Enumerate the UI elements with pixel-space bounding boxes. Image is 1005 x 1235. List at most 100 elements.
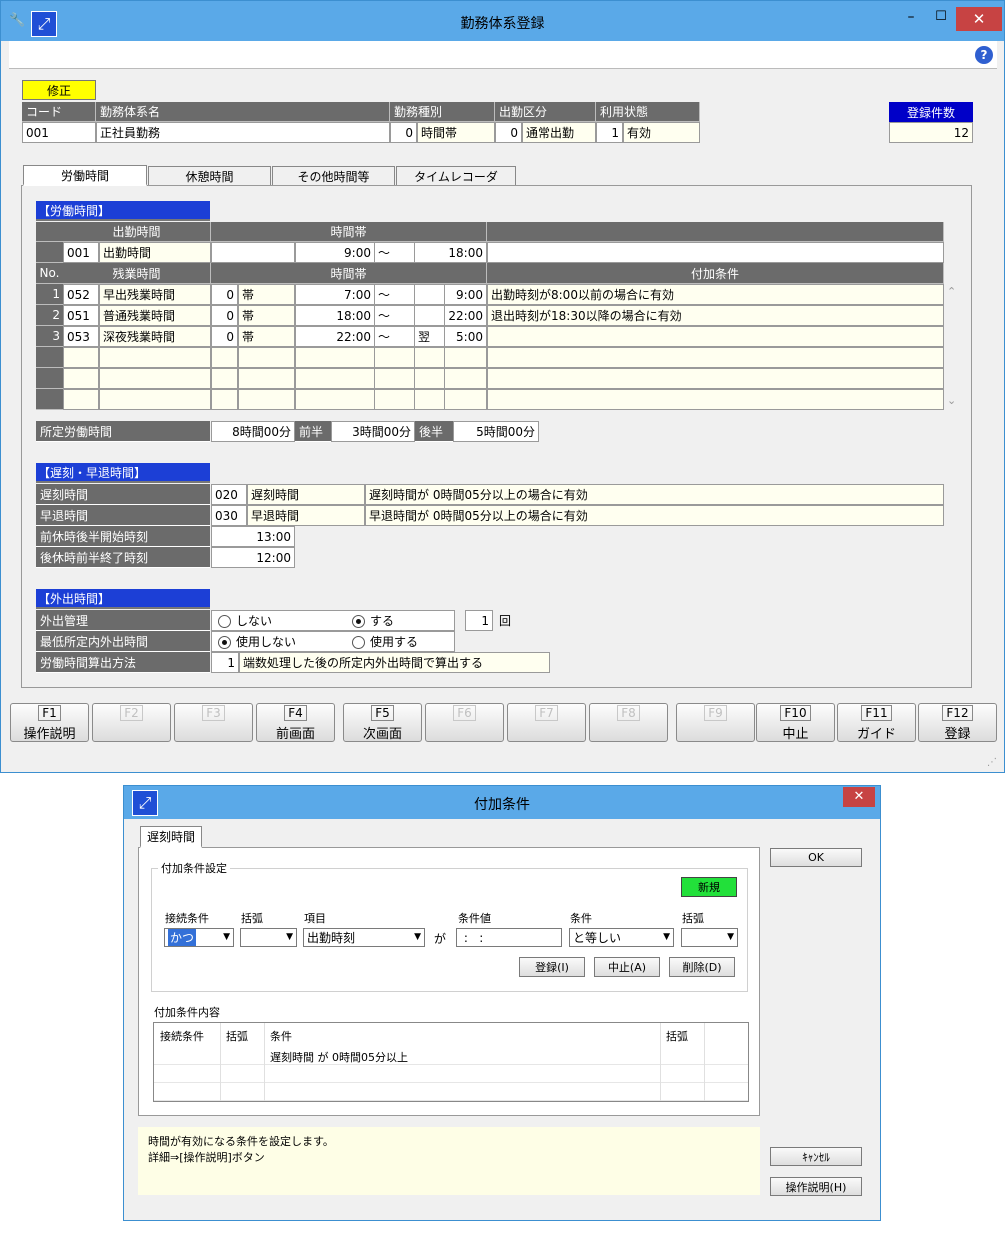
outing-times[interactable]: 1: [465, 610, 493, 631]
tab-other[interactable]: その他時間等: [272, 166, 395, 186]
ot-cond-cell[interactable]: [487, 347, 944, 368]
ot-end-cell[interactable]: [445, 368, 487, 389]
ot-n-cell[interactable]: 0: [211, 326, 238, 347]
fkey-f8[interactable]: F8: [589, 703, 668, 742]
calc-method-num[interactable]: 1: [211, 652, 239, 673]
fkey-f6[interactable]: F6: [425, 703, 504, 742]
dialog-tab-late[interactable]: 遅刻時間: [140, 826, 202, 848]
attend-end[interactable]: 18:00: [415, 242, 487, 263]
ot-n-cell[interactable]: 0: [211, 305, 238, 326]
ok-button[interactable]: OK: [770, 848, 862, 867]
status-num[interactable]: 1: [596, 122, 623, 143]
fkey-f12[interactable]: F12 登録: [918, 703, 997, 742]
min-outing-on[interactable]: 使用する: [352, 633, 418, 650]
fkey-key-label: F4: [284, 705, 307, 721]
dialog-close-button[interactable]: ✕: [843, 787, 875, 807]
code-field[interactable]: 001: [22, 122, 96, 143]
ot-end-cell[interactable]: [445, 389, 487, 410]
min-outing-off[interactable]: 使用しない: [218, 633, 296, 650]
scheduled-value[interactable]: 8時間00分: [211, 421, 295, 442]
early-cond[interactable]: 早退時間が 0時間05分以上の場合に有効: [365, 505, 944, 526]
minimize-button[interactable]: –: [897, 9, 925, 31]
tab-break[interactable]: 休憩時間: [148, 166, 271, 186]
fkey-key: F12: [919, 705, 996, 721]
main-titlebar: 🔧 ⤢ 勤務体系登録 – ☐ ✕: [1, 1, 1004, 41]
close-button[interactable]: ✕: [956, 7, 1002, 31]
ot-band-cell: 帯: [238, 305, 295, 326]
ot-code-cell[interactable]: 052: [63, 284, 99, 305]
mode-badge: 修正: [22, 80, 96, 100]
fkey-f10[interactable]: F10 中止: [756, 703, 835, 742]
late-code[interactable]: 020: [211, 484, 247, 505]
break-end-value[interactable]: 12:00: [211, 547, 295, 568]
ot-start-cell[interactable]: 22:00: [295, 326, 375, 347]
ot-code-cell[interactable]: [63, 389, 99, 410]
header-col-attend: 出勤区分: [495, 102, 596, 122]
ot-end-cell[interactable]: 9:00: [445, 284, 487, 305]
outing-mgmt-on[interactable]: する: [352, 612, 394, 629]
late-cond[interactable]: 遅刻時間が 0時間05分以上の場合に有効: [365, 484, 944, 505]
paren1-select[interactable]: ▼: [240, 928, 297, 947]
ot-end-cell[interactable]: 5:00: [445, 326, 487, 347]
worktype-num[interactable]: 0: [390, 122, 417, 143]
ot-start-cell[interactable]: 18:00: [295, 305, 375, 326]
cond-select[interactable]: と等しい ▼: [569, 928, 674, 947]
register-button[interactable]: 登録(I): [519, 957, 585, 977]
second-half-value[interactable]: 5時間00分: [453, 421, 539, 442]
ot-end-cell[interactable]: [445, 347, 487, 368]
ot-cond-cell[interactable]: [487, 326, 944, 347]
fkey-f4[interactable]: F4 前画面: [256, 703, 335, 742]
first-half-value[interactable]: 3時間00分: [331, 421, 415, 442]
value-input[interactable]: : :: [456, 928, 562, 947]
fkey-f11[interactable]: F11 ガイド: [837, 703, 916, 742]
ot-n-cell[interactable]: 0: [211, 284, 238, 305]
fkey-f7[interactable]: F7: [507, 703, 586, 742]
fkey-f2[interactable]: F2: [92, 703, 171, 742]
help-button[interactable]: 操作説明(H): [770, 1177, 862, 1196]
ot-n-cell[interactable]: [211, 368, 238, 389]
maximize-button[interactable]: ☐: [927, 9, 955, 31]
cancel-button[interactable]: ｷｬﾝｾﾙ: [770, 1147, 862, 1166]
ot-cond-cell[interactable]: [487, 389, 944, 410]
outing-mgmt-off[interactable]: しない: [218, 612, 272, 629]
scroll-up-icon[interactable]: ⌃: [947, 285, 959, 301]
ot-cond-cell[interactable]: [487, 368, 944, 389]
ot-code-cell[interactable]: 051: [63, 305, 99, 326]
condition-dialog: ⤢ 付加条件 ✕ 遅刻時間 付加条件設定 新規 接続条件 括弧 項目 条件値 条…: [123, 785, 881, 1221]
resize-grip-icon[interactable]: ⋰: [987, 757, 1001, 771]
tab-timerecorder[interactable]: タイムレコーダ: [396, 166, 516, 186]
fkey-f5[interactable]: F5 次画面: [343, 703, 422, 742]
ot-cond-cell[interactable]: 退出時刻が18:30以降の場合に有効: [487, 305, 944, 326]
break-start-value[interactable]: 13:00: [211, 526, 295, 547]
stop-button[interactable]: 中止(A): [594, 957, 660, 977]
connect-select[interactable]: かつ ▼: [164, 928, 234, 947]
ot-code-cell[interactable]: [63, 347, 99, 368]
count-label: 登録件数: [889, 102, 973, 122]
ot-start-cell[interactable]: 7:00: [295, 284, 375, 305]
item-select[interactable]: 出勤時刻 ▼: [303, 928, 425, 947]
help-icon[interactable]: ?: [975, 46, 993, 64]
ot-n-cell[interactable]: [211, 347, 238, 368]
fkey-f3[interactable]: F3: [174, 703, 253, 742]
early-code[interactable]: 030: [211, 505, 247, 526]
ot-code-cell[interactable]: 053: [63, 326, 99, 347]
scroll-down-icon[interactable]: ⌄: [947, 394, 959, 410]
ot-cond-cell[interactable]: 出勤時刻が8:00以前の場合に有効: [487, 284, 944, 305]
ot-n-cell[interactable]: [211, 389, 238, 410]
tab-labor[interactable]: 労働時間: [23, 165, 147, 186]
ot-start-cell[interactable]: [295, 347, 375, 368]
ot-code-cell[interactable]: [63, 368, 99, 389]
ot-start-cell[interactable]: [295, 389, 375, 410]
ot-start-cell[interactable]: [295, 368, 375, 389]
paren2-select[interactable]: ▼: [681, 928, 738, 947]
attend-code[interactable]: 001: [63, 242, 99, 263]
attend-num[interactable]: 0: [495, 122, 522, 143]
attend-start[interactable]: 9:00: [295, 242, 375, 263]
name-field[interactable]: 正社員勤務: [96, 122, 390, 143]
fkey-f9[interactable]: F9: [676, 703, 755, 742]
ot-end-cell[interactable]: 22:00: [445, 305, 487, 326]
list-item[interactable]: 遅刻時間 が 0時間05分以上: [270, 1049, 408, 1065]
fkey-f1[interactable]: F1 操作説明: [10, 703, 89, 742]
fkey-key-label: F11: [861, 705, 892, 721]
delete-button[interactable]: 削除(D): [669, 957, 735, 977]
